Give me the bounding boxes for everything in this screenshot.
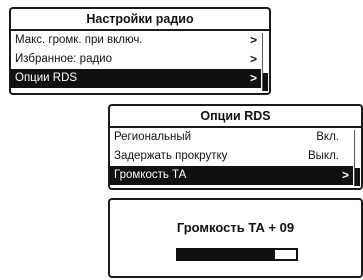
menu-item-label: Региональный [114, 131, 192, 143]
radio-settings-panel: Настройки радио Макс. громк. при включ. … [9, 7, 271, 95]
menu-item-delay-scroll[interactable]: Задержать прокрутку Выкл. [110, 147, 353, 166]
scrollbar-thumb[interactable] [263, 73, 268, 91]
chevron-right-icon: > [249, 71, 257, 85]
menu-item-ta-volume[interactable]: Громкость ТА > [110, 166, 353, 185]
menu-item-label: Избранное: радио [15, 53, 112, 65]
ta-volume-bar-fill [178, 250, 275, 259]
menu-item-label: Задержать прокрутку [114, 150, 228, 162]
ta-volume-bar[interactable] [176, 248, 298, 261]
menu-item-label: Громкость ТА [114, 169, 187, 181]
menu-item-label: Макс. громк. при включ. [15, 34, 143, 46]
menu-item-label: Опции RDS [15, 72, 78, 84]
menu-item-max-volume[interactable]: Макс. громк. при включ. > [11, 31, 261, 50]
rds-options-title: Опции RDS [110, 106, 361, 128]
scrollbar[interactable] [262, 33, 268, 91]
chevron-right-icon: > [341, 168, 349, 182]
menu-item-rds-options[interactable]: Опции RDS > [11, 69, 261, 88]
ta-volume-label: Громкость ТА + 09 [176, 220, 295, 235]
ta-volume-panel: Громкость ТА + 09 [108, 198, 363, 278]
menu-item-regional[interactable]: Региональный Вкл. [110, 128, 353, 147]
chevron-right-icon: > [249, 52, 257, 66]
menu-item-favorite-radio[interactable]: Избранное: радио > [11, 50, 261, 69]
scrollbar-thumb[interactable] [355, 168, 360, 186]
menu-item-value: Вкл. [316, 131, 339, 143]
menu-item-value: Выкл. [307, 150, 339, 162]
chevron-right-icon: > [249, 33, 257, 47]
scrollbar[interactable] [354, 130, 360, 186]
radio-settings-title: Настройки радио [11, 9, 269, 31]
rds-options-panel: Опции RDS Региональный Вкл. Задержать пр… [108, 104, 363, 190]
